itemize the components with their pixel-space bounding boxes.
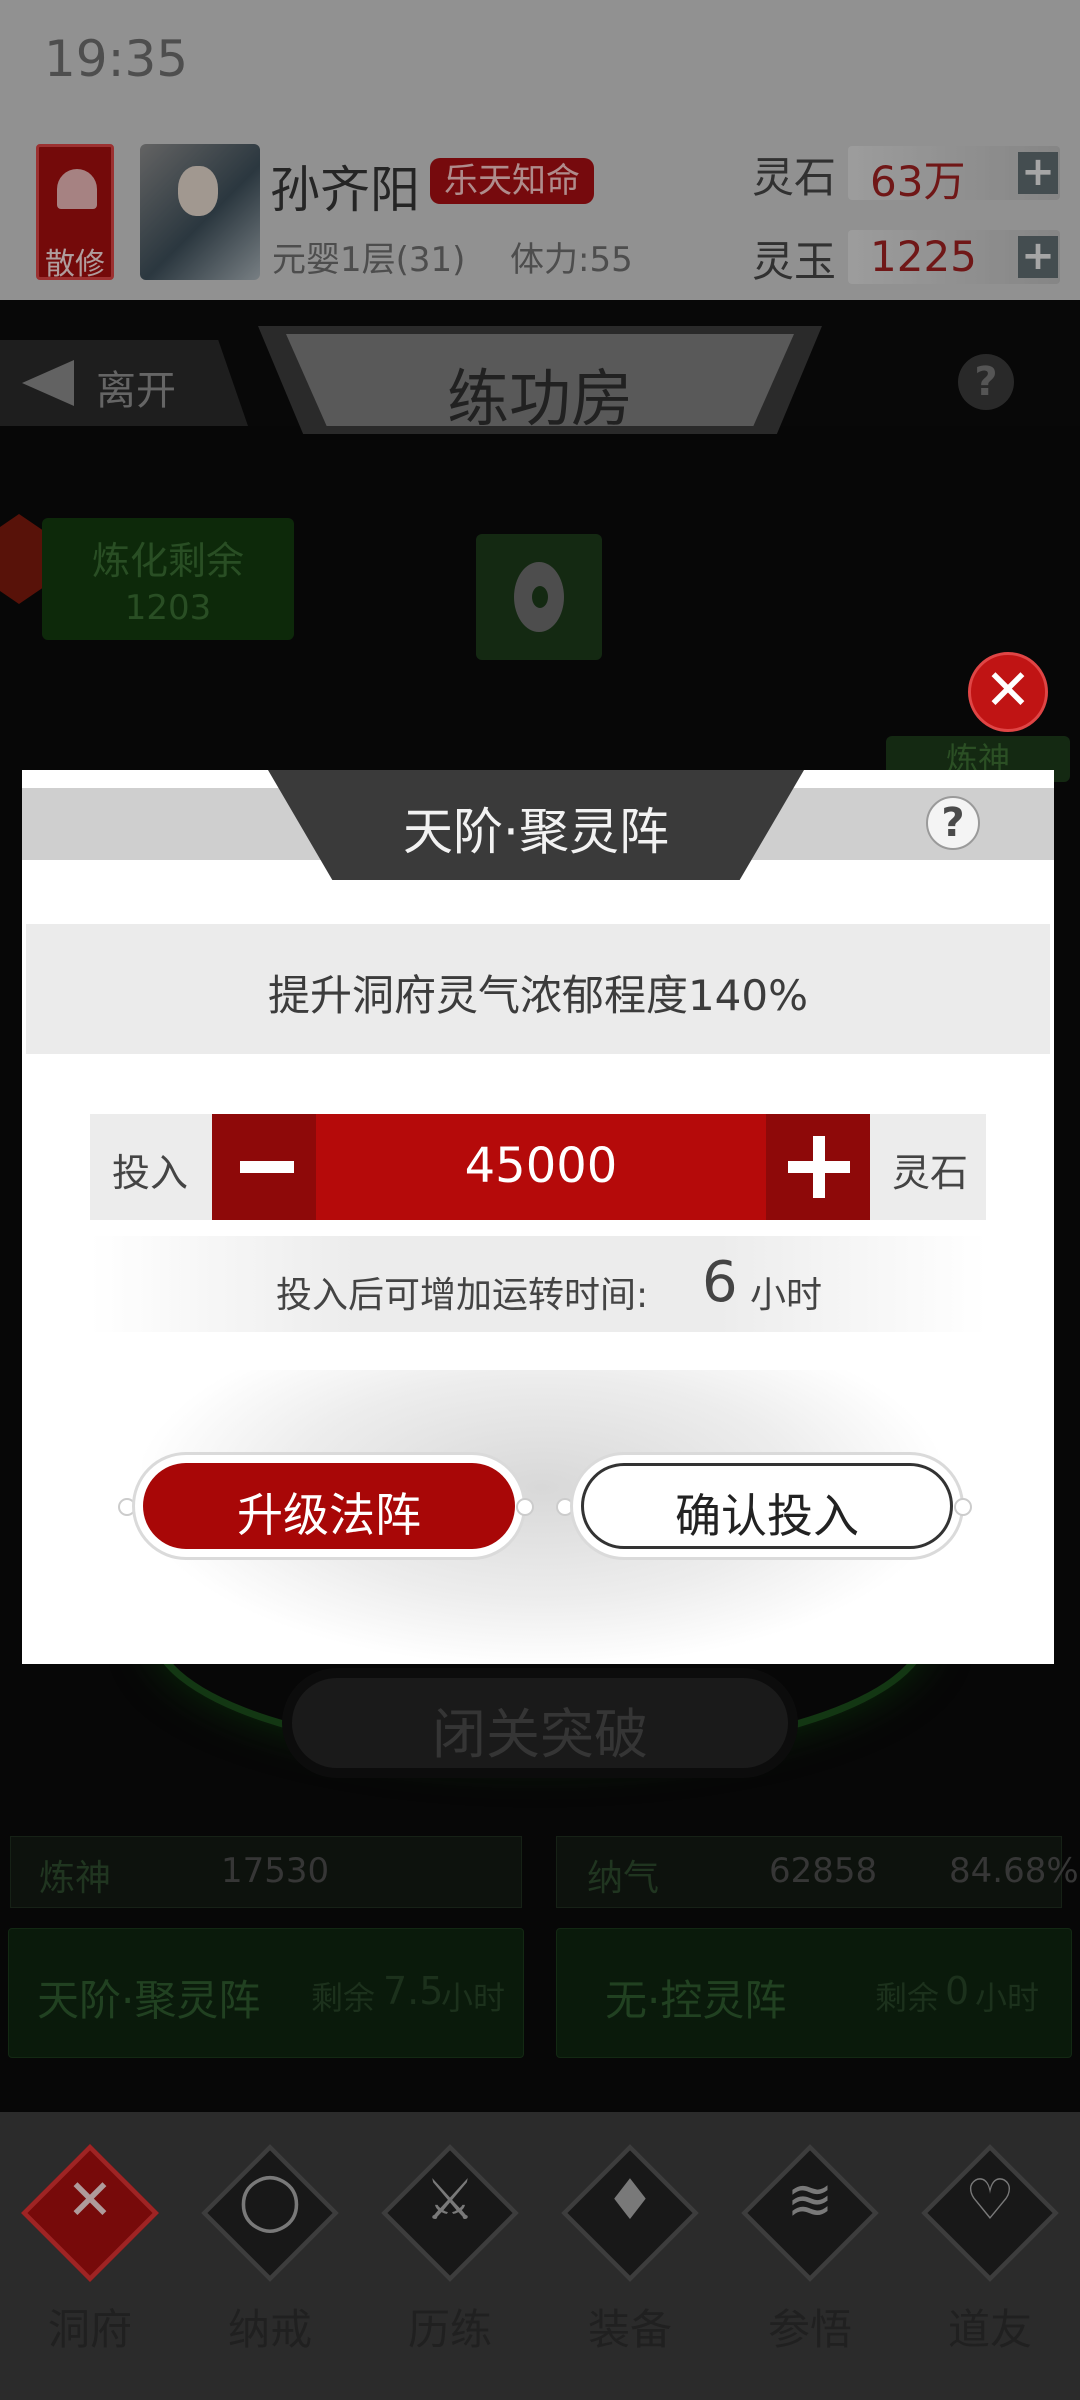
amount-unit: 灵石 [892, 1151, 969, 1195]
array-invest-dialog: 天阶·聚灵阵 ? 提升洞府灵气浓郁程度140% 投入 45000 灵石 投入后可… [22, 770, 1054, 1664]
invest-amount-row: 投入 45000 灵石 [90, 1114, 986, 1220]
plus-icon-vertical [813, 1136, 825, 1198]
button-ornament [516, 1498, 534, 1516]
amount-stepper[interactable]: 45000 [316, 1114, 766, 1220]
confirm-invest-button[interactable]: 确认投入 [570, 1452, 964, 1560]
runtime-hours: 6 [702, 1250, 738, 1315]
confirm-button-face: 确认投入 [581, 1463, 953, 1549]
game-screen: 19:35 散修 孙齐阳 乐天知命 元婴1层(31) 体力:55 灵石 63万 … [0, 0, 1080, 2400]
amount-value: 45000 [464, 1138, 618, 1194]
upgrade-button-face: 升级法阵 [143, 1463, 515, 1549]
description-band: 提升洞府灵气浓郁程度140% [26, 924, 1050, 1054]
close-modal-button[interactable]: ✕ [968, 652, 1048, 732]
dialog-title-plate: 天阶·聚灵阵 [268, 770, 804, 880]
dialog-title: 天阶·聚灵阵 [403, 803, 669, 861]
increase-amount-button[interactable] [766, 1114, 870, 1220]
runtime-prefix: 投入后可增加运转时间: [276, 1275, 649, 1316]
runtime-info: 投入后可增加运转时间: 6 小时 [90, 1236, 986, 1332]
upgrade-label: 升级法阵 [237, 1488, 421, 1542]
runtime-unit: 小时 [750, 1275, 823, 1316]
dialog-help-button[interactable]: ? [926, 796, 980, 850]
decrease-amount-button[interactable] [212, 1114, 316, 1220]
array-description: 提升洞府灵气浓郁程度140% [267, 971, 809, 1020]
invest-label: 投入 [112, 1151, 189, 1195]
button-ornament [954, 1498, 972, 1516]
minus-icon [240, 1161, 294, 1173]
confirm-label: 确认投入 [675, 1489, 859, 1543]
upgrade-array-button[interactable]: 升级法阵 [132, 1452, 526, 1560]
